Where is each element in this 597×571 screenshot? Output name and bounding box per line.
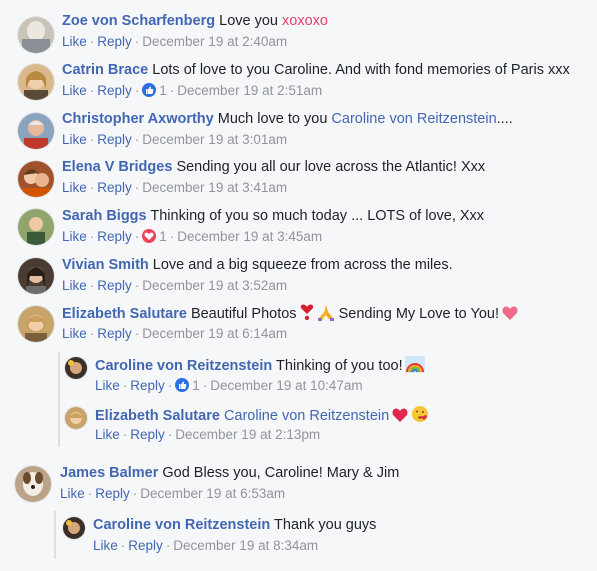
comment-timestamp[interactable]: December 19 at 6:53am (140, 486, 285, 501)
avatar[interactable] (14, 465, 52, 503)
comment-text: Sending you all our love across the Atla… (176, 159, 486, 175)
comment-author[interactable]: Elena V Bridges (62, 159, 172, 175)
like-link[interactable]: Like (62, 34, 87, 49)
pink-heart-emoji (501, 305, 519, 326)
like-link[interactable]: Like (62, 229, 87, 244)
avatar[interactable] (64, 356, 88, 380)
avatar[interactable] (17, 160, 55, 198)
mention-link[interactable]: Caroline von Reitzenstein (331, 111, 496, 127)
reaction-count[interactable]: 1 (159, 83, 167, 98)
comment-timestamp[interactable]: December 19 at 3:41am (142, 180, 287, 195)
comment-author[interactable]: Caroline von Reitzenstein (93, 517, 270, 533)
avatar[interactable] (17, 112, 55, 150)
comment-author[interactable]: Zoe von Scharfenberg (62, 13, 215, 29)
avatar[interactable] (17, 257, 55, 295)
like-icon[interactable] (175, 378, 190, 392)
comment-timestamp[interactable]: December 19 at 3:45am (177, 229, 322, 244)
comment-text: God Bless you, Caroline! Mary & Jim (162, 465, 400, 481)
rainbow-emoji (404, 356, 425, 378)
replies-indent-bar (54, 511, 56, 559)
avatar[interactable] (17, 208, 55, 246)
comment-text: Love you (219, 13, 278, 29)
like-link[interactable]: Like (62, 326, 87, 341)
comment-text: Much love to you (217, 111, 328, 127)
love-icon[interactable] (142, 229, 157, 243)
comment-timestamp[interactable]: December 19 at 6:14am (142, 326, 287, 341)
praying-hands-emoji (317, 304, 335, 326)
comment-author[interactable]: Elizabeth Salutare (62, 306, 187, 322)
comment-text: Thank you guys (274, 517, 377, 533)
comment-timestamp[interactable]: December 19 at 2:40am (142, 34, 287, 49)
comment-timestamp[interactable]: December 19 at 3:01am (142, 132, 287, 147)
reaction-count[interactable]: 1 (192, 378, 200, 393)
comment-text: Lots of love to you Caroline. And with f… (152, 62, 570, 78)
comment-thread: Zoe von Scharfenberg Love you xoxoxo Lik… (0, 0, 597, 571)
comment-author[interactable]: Elizabeth Salutare (95, 408, 220, 424)
comment-text: Thinking of you too! (276, 358, 403, 374)
comment-timestamp[interactable]: December 19 at 2:13pm (175, 427, 320, 442)
reply-link[interactable]: Reply (97, 132, 132, 147)
replies-indent-bar (58, 352, 60, 447)
comment-text: Beautiful Photos (190, 306, 297, 322)
comment-highlight-text: xoxoxo (282, 13, 328, 29)
reply-link[interactable]: Reply (97, 326, 132, 341)
like-icon[interactable] (142, 83, 157, 97)
heart-exclamation-emoji (299, 304, 315, 326)
like-link[interactable]: Like (62, 180, 87, 195)
comment-timestamp[interactable]: December 19 at 8:34am (173, 538, 318, 553)
mention-link[interactable]: Caroline von Reitzenstein (224, 408, 389, 424)
reply-link[interactable]: Reply (95, 486, 130, 501)
like-link[interactable]: Like (62, 278, 87, 293)
reply-link[interactable]: Reply (97, 278, 132, 293)
avatar[interactable] (17, 63, 55, 101)
like-link[interactable]: Like (62, 132, 87, 147)
comment-author[interactable]: James Balmer (60, 465, 158, 481)
comment-text: Thinking of you so much today ... LOTS o… (150, 208, 485, 224)
comment-text-after: .... (496, 111, 513, 127)
like-link[interactable]: Like (93, 538, 118, 553)
reply-link[interactable]: Reply (130, 378, 165, 393)
like-link[interactable]: Like (60, 486, 85, 501)
comment-timestamp[interactable]: December 19 at 3:52am (142, 278, 287, 293)
avatar[interactable] (17, 305, 55, 343)
comment-text-after: Sending My Love to You! (338, 306, 500, 322)
like-link[interactable]: Like (95, 427, 120, 442)
like-link[interactable]: Like (62, 83, 87, 98)
comment-author[interactable]: Sarah Biggs (62, 208, 147, 224)
comment-timestamp[interactable]: December 19 at 10:47am (210, 378, 362, 393)
avatar[interactable] (17, 16, 55, 54)
comment-author[interactable]: Christopher Axworthy (62, 111, 214, 127)
avatar[interactable] (62, 516, 86, 540)
reply-link[interactable]: Reply (128, 538, 163, 553)
comment-author[interactable]: Vivian Smith (62, 257, 149, 273)
reply-link[interactable]: Reply (97, 83, 132, 98)
comment-timestamp[interactable]: December 19 at 2:51am (177, 83, 322, 98)
red-heart-emoji (391, 407, 409, 428)
comment-author[interactable]: Caroline von Reitzenstein (95, 358, 272, 374)
reaction-count[interactable]: 1 (159, 229, 167, 244)
kissing-face-emoji (411, 405, 429, 428)
like-link[interactable]: Like (95, 378, 120, 393)
reply-link[interactable]: Reply (97, 180, 132, 195)
comment-author[interactable]: Catrin Brace (62, 62, 148, 78)
reply-link[interactable]: Reply (97, 229, 132, 244)
reply-link[interactable]: Reply (97, 34, 132, 49)
comment-text: Love and a big squeeze from across the m… (152, 257, 453, 273)
avatar[interactable] (64, 406, 88, 430)
reply-link[interactable]: Reply (130, 427, 165, 442)
